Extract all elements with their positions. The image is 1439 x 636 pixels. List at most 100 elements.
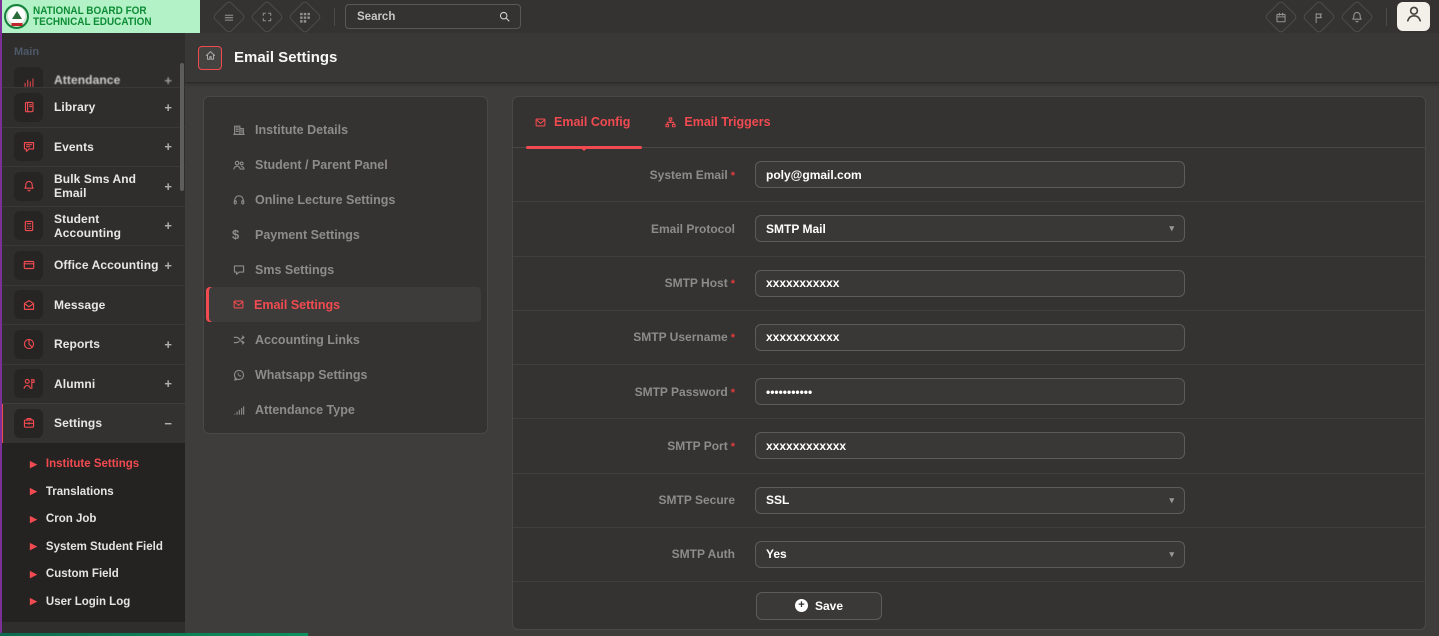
smtp-password-input[interactable]: [766, 384, 1174, 399]
field-label-text: SMTP Host: [664, 276, 728, 291]
field-label-text: SMTP Password: [634, 384, 728, 399]
envelope-icon: [534, 116, 547, 129]
triangle-right-icon: ▶: [30, 568, 37, 579]
settings-nav-item-attendance-type[interactable]: Attendance Type: [206, 392, 481, 427]
sidebar-item-events[interactable]: Events +: [0, 126, 185, 166]
submenu-item-label: System Student Field: [45, 540, 163, 553]
sidebar-item-alumni[interactable]: Alumni +: [0, 363, 185, 403]
home-breadcrumb-button[interactable]: [198, 45, 222, 70]
caret-down-icon: ▾: [1169, 548, 1174, 559]
submenu-item-institute-settings[interactable]: ▶ Institute Settings: [0, 451, 185, 479]
app-logo[interactable]: NATIONAL BOARD FOR TECHNICAL EDUCATION: [0, 0, 200, 33]
input-wrapper: [755, 323, 1185, 351]
settings-nav-item-email-settings[interactable]: Email Settings: [206, 287, 481, 322]
logo-line2: TECHNICAL EDUCATION: [33, 15, 152, 28]
expand-toggle-icon[interactable]: +: [164, 337, 172, 352]
settings-nav-item-whatsapp-settings[interactable]: Whatsapp Settings: [206, 357, 481, 392]
field-control: [755, 161, 1185, 189]
logo-emblem-icon: [4, 4, 29, 29]
required-asterisk: *: [730, 169, 735, 182]
submenu-item-custom-field[interactable]: ▶ Custom Field: [0, 561, 185, 589]
credit-card-icon: [14, 250, 43, 280]
fullscreen-button[interactable]: [250, 0, 284, 34]
sidebar-item-library[interactable]: Library +: [0, 87, 185, 127]
settings-nav-item-student-parent-panel[interactable]: Student / Parent Panel: [206, 147, 481, 182]
calendar-button[interactable]: [1264, 0, 1298, 34]
sidebar-scrollbar[interactable]: [180, 63, 184, 191]
form-row-smtp-auth: SMTP Auth Yes ▾: [513, 528, 1425, 582]
settings-nav-item-institute-details[interactable]: Institute Details: [206, 112, 481, 147]
input-wrapper: [755, 432, 1185, 460]
settings-nav-item-online-lecture-settings[interactable]: Online Lecture Settings: [206, 182, 481, 217]
expand-toggle-icon[interactable]: +: [164, 179, 172, 194]
email-settings-tabs: Email Config Email Triggers: [513, 97, 1425, 151]
required-asterisk: *: [730, 440, 735, 453]
alerts-bell-button[interactable]: [1340, 0, 1374, 34]
sidebar-item-attendance[interactable]: Attendance +: [0, 64, 185, 87]
smtp-username-input[interactable]: [766, 330, 1174, 345]
email-protocol-select[interactable]: SMTP Mail ▾: [755, 215, 1185, 243]
form-row-system-email: System Email *: [513, 148, 1425, 203]
expand-toggle-icon[interactable]: +: [164, 73, 172, 87]
email-config-form: System Email* Email Protocol SMTP Mail▾ SMT…: [513, 148, 1425, 582]
sidebar-item-reports[interactable]: Reports +: [0, 324, 185, 364]
save-button[interactable]: + Save: [756, 591, 882, 620]
search-input[interactable]: [355, 9, 498, 24]
expand-toggle-icon[interactable]: +: [164, 139, 172, 154]
plus-circle-icon: +: [794, 599, 808, 612]
smtp-port-input[interactable]: [766, 438, 1174, 453]
expand-toggle-icon[interactable]: +: [164, 100, 172, 115]
expand-toggle-icon[interactable]: +: [164, 376, 172, 391]
field-label: SMTP Username *: [513, 330, 735, 344]
system-email-input[interactable]: [766, 167, 1174, 182]
settings-nav-item-sms-settings[interactable]: Sms Settings: [206, 252, 481, 287]
expand-toggle-icon[interactable]: +: [164, 258, 172, 273]
field-control: Yes ▾: [755, 540, 1185, 568]
form-row-smtp-username: SMTP Username *: [513, 311, 1425, 365]
form-row-smtp-password: SMTP Password *: [513, 365, 1425, 420]
smtp-secure-select[interactable]: SSL ▾: [755, 486, 1185, 514]
settings-nav-item-payment-settings[interactable]: $ Payment Settings: [206, 217, 481, 252]
settings-nav-item-label: Attendance Type: [255, 402, 355, 417]
shuffle-icon: [232, 333, 246, 347]
submenu-item-cron-job[interactable]: ▶ Cron Job: [0, 506, 185, 534]
submenu-item-translations[interactable]: ▶ Translations: [0, 478, 185, 506]
form-row-smtp-port: SMTP Port *: [513, 419, 1425, 474]
envelope-open-icon: [14, 290, 43, 320]
notifications-flag-button[interactable]: [1302, 0, 1336, 34]
sidebar-item-message[interactable]: Message: [0, 284, 185, 324]
profile-avatar[interactable]: [1397, 2, 1430, 31]
select-value: Yes: [766, 547, 787, 562]
sidebar-item-office-accounting[interactable]: Office Accounting +: [0, 245, 185, 285]
submenu-item-system-student-field[interactable]: ▶ System Student Field: [0, 533, 185, 561]
apps-grid-button[interactable]: [288, 0, 322, 34]
logo-text: NATIONAL BOARD FOR TECHNICAL EDUCATION: [33, 5, 152, 28]
email-settings-card: Email Config Email Triggers System Email *…: [512, 96, 1426, 630]
settings-nav-item-accounting-links[interactable]: Accounting Links: [206, 322, 481, 357]
sidebar-item-settings[interactable]: Settings −: [0, 403, 185, 443]
triangle-right-icon: ▶: [30, 486, 37, 497]
events-icon: [14, 132, 43, 162]
settings-nav-item-label: Student / Parent Panel: [255, 157, 388, 172]
tab-email-triggers[interactable]: Email Triggers: [656, 97, 782, 147]
navbar-left-icons: [210, 0, 521, 34]
sidebar-toggle-button[interactable]: [212, 0, 246, 34]
sidebar-item-student-accounting[interactable]: Student Accounting +: [0, 205, 185, 245]
sidebar-item-bulk-sms-and-email[interactable]: Bulk Sms And Email +: [0, 166, 185, 206]
sidebar-item-label: Library: [54, 100, 96, 115]
alumni-icon: [14, 369, 43, 399]
submenu-item-label: Translations: [45, 485, 114, 498]
submenu-item-user-login-log[interactable]: ▶ User Login Log: [0, 588, 185, 616]
tab-label: Email Config: [554, 115, 631, 129]
search-icon[interactable]: [498, 10, 511, 23]
field-label-text: Email Protocol: [650, 221, 735, 236]
field-control: [755, 269, 1185, 297]
expand-toggle-icon[interactable]: +: [164, 218, 172, 233]
smtp-host-input[interactable]: [766, 276, 1174, 291]
smtp-auth-select[interactable]: Yes ▾: [755, 540, 1185, 568]
tab-email-config[interactable]: Email Config: [526, 97, 643, 151]
whatsapp-icon: [232, 368, 246, 382]
save-button-label: Save: [814, 598, 844, 613]
expand-toggle-icon[interactable]: −: [164, 416, 172, 431]
navbar-divider: [334, 7, 335, 26]
